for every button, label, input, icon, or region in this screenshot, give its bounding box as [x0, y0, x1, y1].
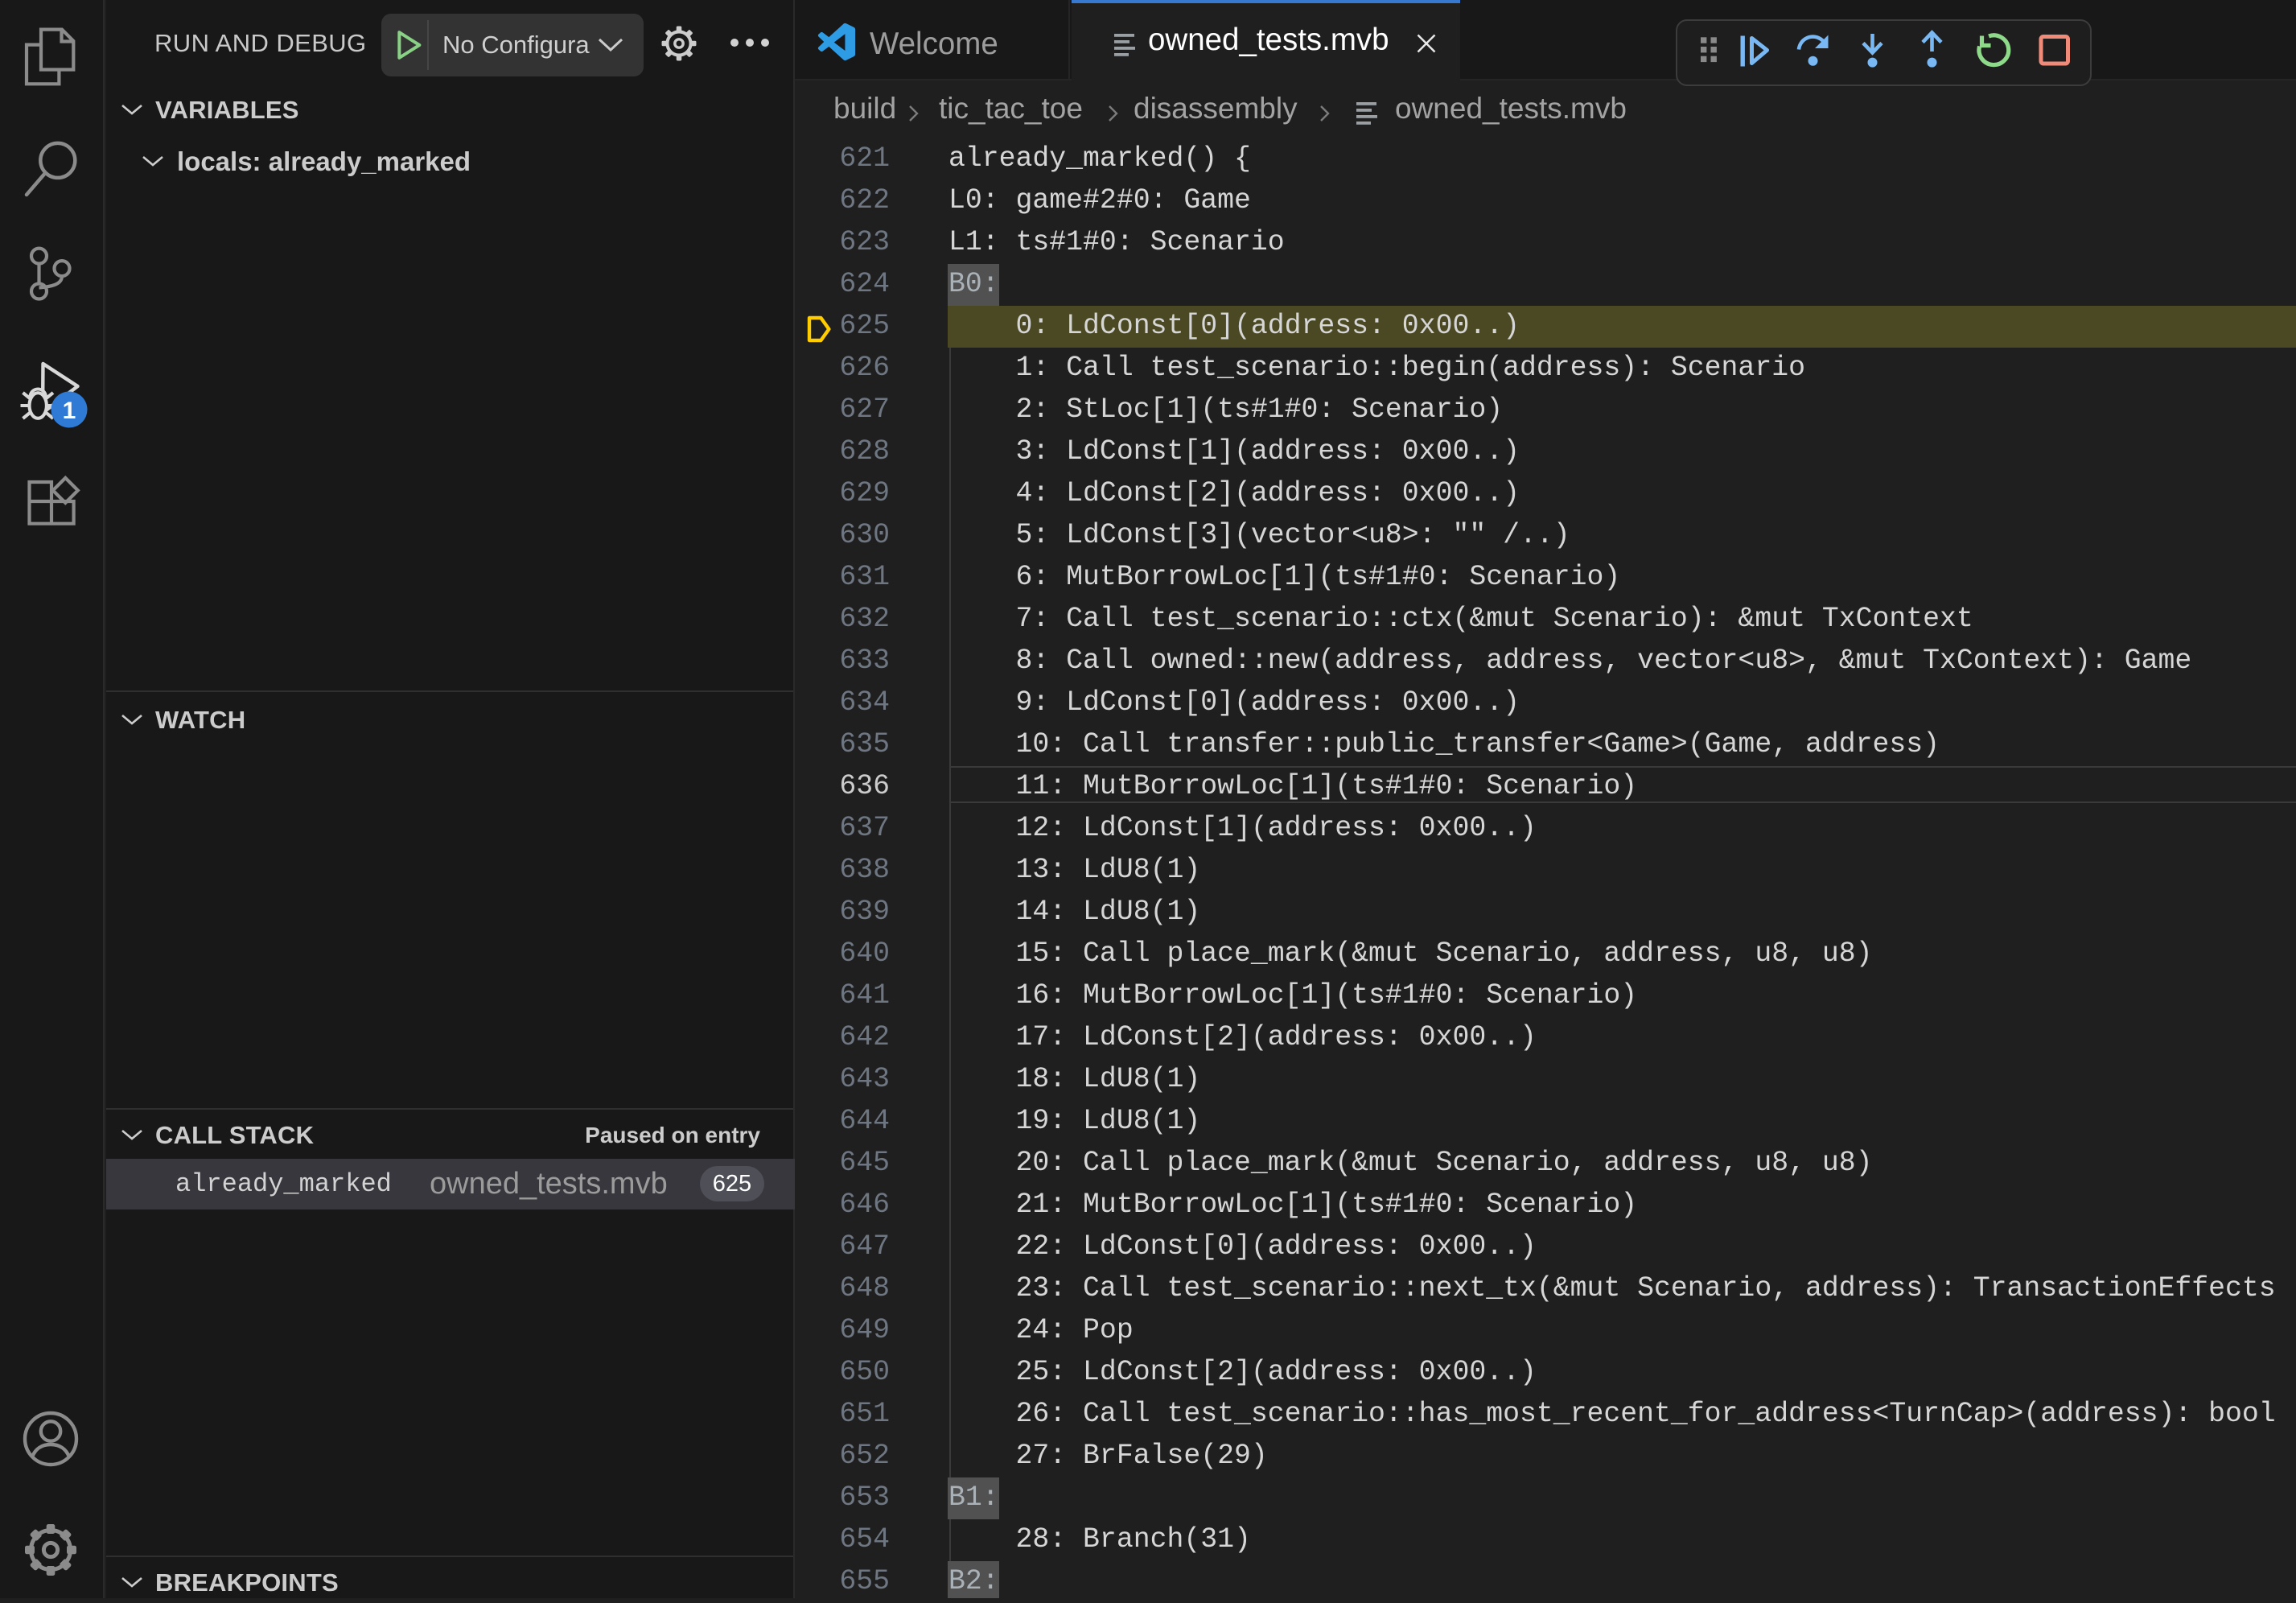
svg-text:1: 1 [63, 398, 76, 424]
